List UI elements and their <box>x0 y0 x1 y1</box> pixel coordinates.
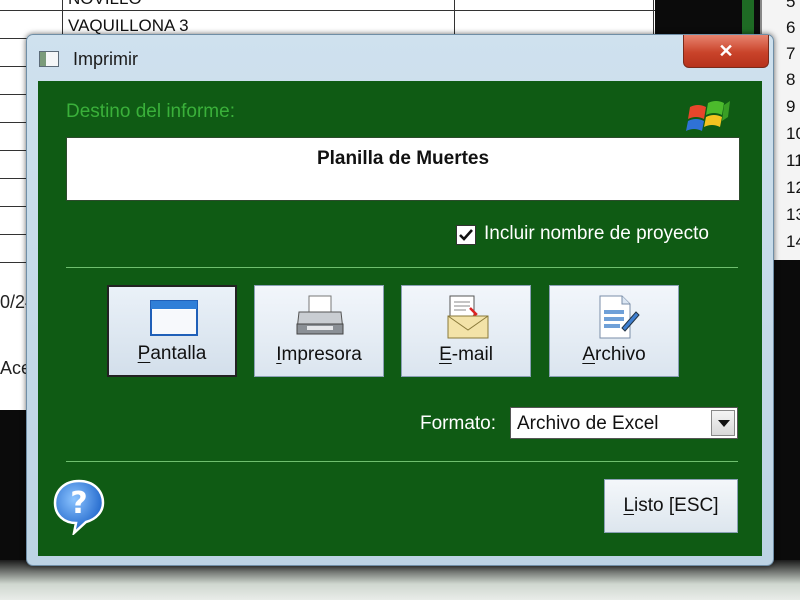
row-number: 8 <box>786 70 796 89</box>
include-project-checkbox[interactable] <box>456 225 476 245</box>
email-output-label: E-mail <box>439 344 493 365</box>
printer-output-button[interactable]: Impresora <box>254 285 384 377</box>
row-number: 9 <box>786 97 796 116</box>
row-number: 14 <box>786 232 800 251</box>
report-name: Planilla de Muertes <box>316 148 490 169</box>
row-number: 13 <box>786 205 800 224</box>
window-app-icon <box>39 51 59 67</box>
divider <box>66 267 738 268</box>
done-button-label: Listo [ESC] <box>623 495 719 516</box>
help-icon[interactable]: ? <box>52 477 106 535</box>
row-number: 6 <box>786 18 796 37</box>
print-dialog: Imprimir ✕ Destino del informe: Planilla… <box>26 34 774 566</box>
destination-label: Destino del informe: <box>66 101 235 122</box>
row-number: 11 <box>786 151 800 170</box>
include-project-label[interactable]: Incluir nombre de proyecto <box>484 223 709 245</box>
printer-output-label: Impresora <box>276 344 362 365</box>
done-button[interactable]: Listo [ESC] <box>604 479 738 533</box>
table-cell: NOVILLO <box>68 0 142 9</box>
format-value: Archivo de Excel <box>517 413 659 434</box>
file-output-button[interactable]: Archivo <box>549 285 679 377</box>
screen-output-label: Pantalla <box>137 343 207 364</box>
row-number: 5 <box>786 0 796 11</box>
title-bar[interactable]: Imprimir ✕ <box>27 35 773 81</box>
checkmark-icon <box>459 229 473 241</box>
window-icon <box>150 300 198 336</box>
close-button[interactable]: ✕ <box>683 35 769 68</box>
row-number: 7 <box>786 44 796 63</box>
dialog-title: Imprimir <box>73 49 138 69</box>
table-cell: VAQUILLONA 3 <box>68 16 189 35</box>
email-output-button[interactable]: E-mail <box>401 285 531 377</box>
file-icon <box>599 295 640 339</box>
dialog-panel: Destino del informe: Planilla de Muertes… <box>38 81 762 556</box>
taskbar <box>0 560 800 600</box>
svg-text:?: ? <box>70 486 87 521</box>
report-name-box: Planilla de Muertes <box>66 137 740 201</box>
file-output-label: Archivo <box>582 344 646 365</box>
format-select[interactable]: Archivo de Excel <box>510 407 738 439</box>
row-number: 12 <box>786 178 800 197</box>
divider <box>66 461 738 462</box>
windows-logo-icon <box>686 101 730 131</box>
format-label: Formato: <box>420 413 497 434</box>
screen-output-button[interactable]: Pantalla <box>107 285 237 377</box>
email-icon <box>447 295 489 339</box>
row-number: 10 <box>786 124 800 143</box>
printer-icon <box>296 295 344 335</box>
chevron-down-icon[interactable] <box>711 410 735 436</box>
